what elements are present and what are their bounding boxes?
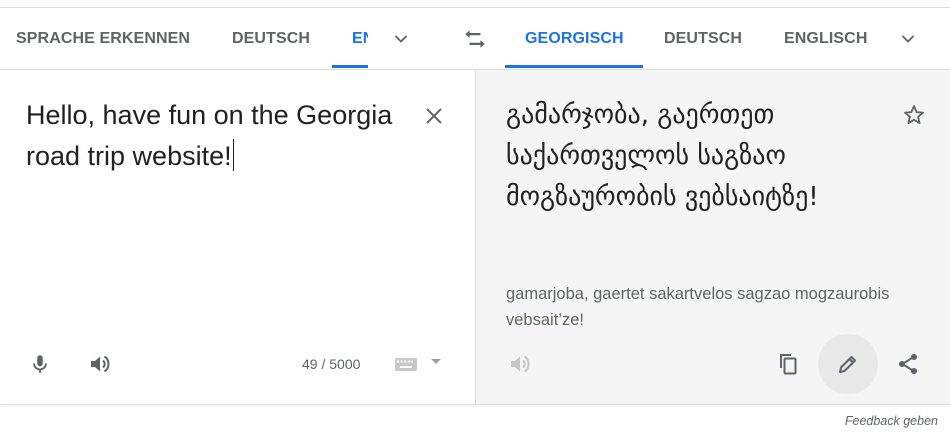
keyboard-icon [395, 358, 417, 371]
transliteration-text: gamarjoba, gaertet sakartvelos sagzao mo… [506, 285, 890, 329]
microphone-button[interactable] [22, 346, 58, 382]
swap-icon [465, 30, 485, 48]
save-translation-button[interactable] [896, 97, 932, 133]
listen-translation-button[interactable] [502, 346, 538, 382]
copy-translation-button[interactable] [770, 346, 806, 382]
source-text: Hello, have fun on the Georgia road trip… [26, 100, 393, 171]
character-count: 49 / 5000 [302, 356, 361, 372]
tab-target-georgisch[interactable]: GEORGISCH [525, 8, 624, 69]
chevron-down-icon [395, 35, 407, 43]
tab-detect-language[interactable]: SPRACHE ERKENNEN [16, 8, 190, 69]
source-pane: Hello, have fun on the Georgia road trip… [0, 70, 475, 405]
input-tools-dropdown[interactable] [428, 354, 444, 370]
share-translation-button[interactable] [890, 346, 926, 382]
edit-translation-button[interactable] [830, 346, 866, 382]
clear-source-button[interactable] [416, 98, 452, 134]
tab-source-english[interactable]: EN [352, 8, 368, 69]
swap-languages-button[interactable] [456, 21, 494, 57]
target-tab-underline [505, 65, 643, 68]
chevron-down-icon [902, 35, 914, 43]
speaker-icon [511, 355, 530, 373]
text-caret [232, 139, 235, 171]
keyboard-button[interactable] [392, 352, 420, 376]
star-outline-icon [904, 105, 924, 125]
source-text-input[interactable]: Hello, have fun on the Georgia road trip… [26, 95, 406, 177]
close-icon [426, 108, 442, 124]
copy-icon [780, 354, 797, 375]
source-language-dropdown[interactable] [384, 22, 418, 56]
target-language-dropdown[interactable] [891, 22, 925, 56]
language-tabs-row: SPRACHE ERKENNEN DEUTSCH EN GEORGISCH DE… [0, 8, 950, 70]
tab-source-deutsch[interactable]: DEUTSCH [232, 8, 310, 69]
tab-target-englisch[interactable]: ENGLISCH [784, 8, 870, 69]
target-pane: გამარჯობა, გაერთეთ საქართველოს საგზაო მო… [475, 70, 950, 405]
feedback-link[interactable]: Feedback geben [845, 414, 938, 428]
translation-text: გამარჯობა, გაერთეთ საქართველოს საგზაო მო… [506, 100, 819, 212]
microphone-icon [33, 355, 47, 373]
source-tab-underline [332, 65, 368, 68]
speaker-icon [91, 355, 110, 373]
listen-source-button[interactable] [82, 346, 118, 382]
pencil-icon [839, 356, 856, 373]
pane-bottom-border [0, 404, 950, 405]
caret-down-icon [431, 359, 441, 364]
share-icon [899, 354, 917, 374]
tab-target-deutsch[interactable]: DEUTSCH [664, 8, 742, 69]
